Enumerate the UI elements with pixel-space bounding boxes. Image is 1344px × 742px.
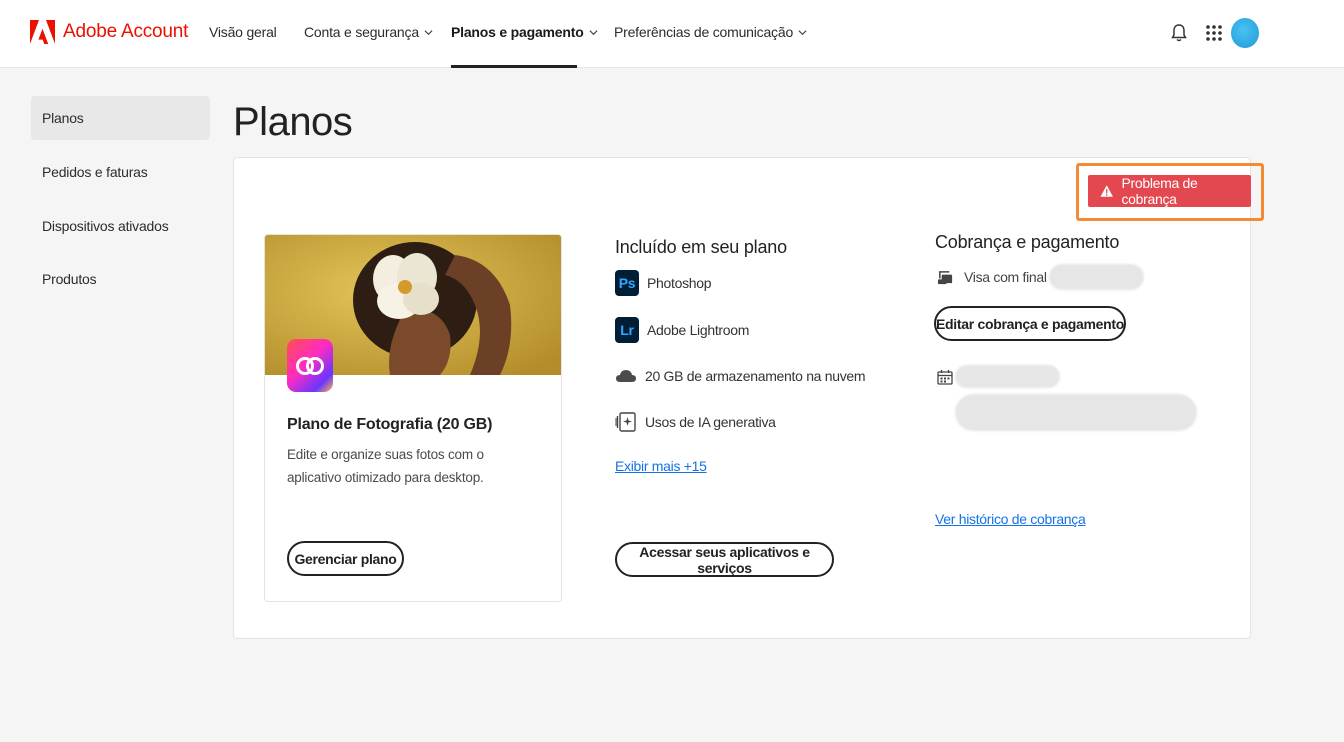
adobe-logo-icon [30,20,55,44]
billing-amount-redacted [955,394,1197,431]
plan-title: Plano de Fotografia (20 GB) [287,416,493,433]
photoshop-icon: Ps [615,270,639,296]
billing-date-redacted [955,365,1060,388]
sidebar-item-label: Dispositivos ativados [42,218,169,234]
top-navigation: Adobe Account Visão geral Conta e segura… [0,0,1344,68]
nav-item-account-security[interactable]: Conta e segurança [304,24,433,40]
included-feature-generative-ai: Usos de IA generativa [615,411,776,433]
bell-icon[interactable] [1170,23,1188,43]
avatar[interactable] [1231,18,1259,48]
generative-ai-icon [615,412,636,432]
calendar-icon [937,369,953,385]
brand-name: Adobe Account [63,21,189,42]
included-app-lightroom[interactable]: Lr Adobe Lightroom [615,317,749,343]
payment-method-row: Visa com final [937,264,1144,290]
creative-cloud-glyph-icon [296,356,324,375]
card-number-redacted [1048,264,1144,290]
app-grid-icon[interactable] [1205,24,1223,42]
nav-item-label: Conta e segurança [304,24,419,40]
manage-plan-button[interactable]: Gerenciar plano [287,541,404,576]
feature-label: Usos de IA generativa [645,414,776,430]
access-apps-button[interactable]: Acessar seus aplicativos e serviços [615,542,834,577]
chevron-down-icon [798,29,807,35]
nav-item-label: Visão geral [209,24,277,40]
sidebar-item-orders-invoices[interactable]: Pedidos e faturas [31,150,210,194]
sidebar-item-products[interactable]: Produtos [31,257,210,301]
active-tab-indicator [451,65,577,68]
sidebar-item-label: Planos [42,110,84,126]
page-title: Planos [233,100,353,144]
creative-cloud-logo-icon [287,339,333,392]
nav-item-overview[interactable]: Visão geral [209,24,277,40]
next-billing-row [937,365,1060,388]
chevron-down-icon [424,29,433,35]
app-label: Photoshop [647,275,712,291]
app-label: Adobe Lightroom [647,322,750,338]
edit-billing-button[interactable]: Editar cobrança e pagamento [934,306,1126,341]
included-heading: Incluído em seu plano [615,237,787,257]
billing-problem-badge[interactable]: Problema de cobrança [1088,175,1251,207]
nav-item-label: Preferências de comunicação [614,24,794,40]
card-label: Visa com final [964,269,1047,285]
sidebar-item-label: Pedidos e faturas [42,164,148,180]
warning-icon [1100,185,1113,197]
nav-item-plans-payment[interactable]: Planos e pagamento [451,24,598,40]
included-app-photoshop[interactable]: Ps Photoshop [615,270,712,296]
sidebar-item-plans[interactable]: Planos [31,96,210,140]
show-more-link[interactable]: Exibir mais +15 [615,458,707,474]
feature-label: 20 GB de armazenamento na nuvem [645,368,866,384]
lightroom-icon: Lr [615,317,639,343]
sidebar-item-label: Produtos [42,271,97,287]
cloud-icon [616,370,636,382]
plan-description: Edite e organize suas fotos com o aplica… [287,447,484,485]
credit-card-icon [937,270,953,284]
alert-label: Problema de cobrança [1121,175,1198,207]
adobe-account-logo[interactable]: Adobe Account [30,20,188,44]
sidebar-item-active-devices[interactable]: Dispositivos ativados [31,204,210,248]
included-feature-storage: 20 GB de armazenamento na nuvem [615,365,866,387]
nav-item-label: Planos e pagamento [451,24,584,40]
nav-item-communication-prefs[interactable]: Preferências de comunicação [614,24,807,40]
billing-history-link[interactable]: Ver histórico de cobrança [935,511,1086,527]
chevron-down-icon [589,29,598,35]
billing-heading: Cobrança e pagamento [935,232,1120,252]
